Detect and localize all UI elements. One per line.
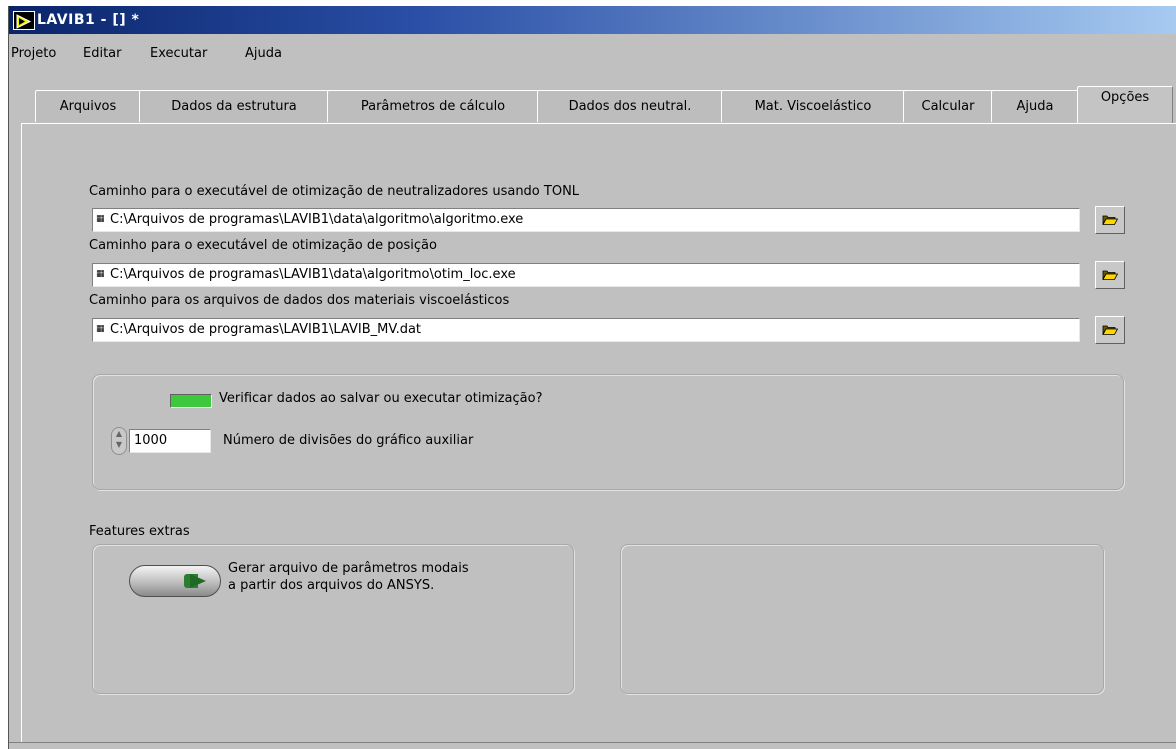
ansys-generate-button[interactable] <box>129 565 221 597</box>
ansys-label-line1: Gerar arquivo de parâmetros modais <box>228 561 469 576</box>
path-label-viscoelastic: Caminho para os arquivos de dados dos ma… <box>89 293 510 308</box>
open-folder-icon <box>1102 270 1118 280</box>
divisions-spinner[interactable]: ▲ ▼ <box>111 427 127 455</box>
verify-data-label: Verificar dados ao salvar ou executar ot… <box>219 391 543 406</box>
features-title: Features extras <box>89 524 190 539</box>
ansys-label-line2: a partir dos arquivos do ANSYS. <box>228 578 435 593</box>
tab-opcoes[interactable]: Opções <box>1077 86 1173 124</box>
features-group-right <box>620 544 1104 694</box>
path-type-icon: ▦ <box>96 324 105 334</box>
title-bar[interactable]: LAVIB1 - [] * <box>9 6 1176 34</box>
tab-mat-viscoelastico[interactable]: Mat. Viscoelástico <box>721 90 905 122</box>
tab-ajuda[interactable]: Ajuda <box>991 90 1079 122</box>
play-arrow-icon <box>190 574 206 588</box>
path-type-icon: ▦ <box>96 214 105 224</box>
browse-button-viscoelastic[interactable] <box>1095 316 1125 344</box>
path-label-tonl: Caminho para o executável de otimização … <box>89 184 580 199</box>
path-field-position[interactable]: ▦ C:\Arquivos de programas\LAVIB1\data\a… <box>92 263 1080 287</box>
path-value-viscoelastic: C:\Arquivos de programas\LAVIB1\LAVIB_MV… <box>110 322 422 337</box>
open-folder-icon <box>1102 215 1118 225</box>
path-value-position: C:\Arquivos de programas\LAVIB1\data\alg… <box>110 267 516 282</box>
open-folder-icon <box>1102 325 1118 335</box>
tab-dados-da-estrutura[interactable]: Dados da estrutura <box>139 90 329 122</box>
window-title: LAVIB1 - [] * <box>37 12 140 28</box>
status-bar <box>9 742 1176 749</box>
menu-executar[interactable]: Executar <box>150 44 207 64</box>
menu-editar[interactable]: Editar <box>83 44 122 64</box>
divisions-input[interactable]: 1000 <box>129 429 211 453</box>
menu-projeto[interactable]: Projeto <box>11 44 56 64</box>
path-type-icon: ▦ <box>96 269 105 279</box>
path-field-tonl[interactable]: ▦ C:\Arquivos de programas\LAVIB1\data\a… <box>92 208 1080 232</box>
path-value-tonl: C:\Arquivos de programas\LAVIB1\data\alg… <box>110 212 524 227</box>
path-field-viscoelastic[interactable]: ▦ C:\Arquivos de programas\LAVIB1\LAVIB_… <box>92 318 1080 342</box>
settings-group: Verificar dados ao salvar ou executar ot… <box>92 374 1124 490</box>
increment-arrow-icon[interactable]: ▲ <box>112 428 126 439</box>
browse-button-tonl[interactable] <box>1095 206 1125 234</box>
tab-parametros-de-calculo[interactable]: Parâmetros de cálculo <box>327 90 539 122</box>
menu-bar: Projeto Editar Executar Ajuda <box>9 44 1176 64</box>
tab-dados-dos-neutral[interactable]: Dados dos neutral. <box>537 90 723 122</box>
decrement-arrow-icon[interactable]: ▼ <box>112 439 126 450</box>
features-group-left: Gerar arquivo de parâmetros modais a par… <box>92 544 574 694</box>
browse-button-position[interactable] <box>1095 261 1125 289</box>
application-window: LAVIB1 - [] * Projeto Editar Executar Aj… <box>8 6 1176 749</box>
path-label-position: Caminho para o executável de otimização … <box>89 238 437 253</box>
tab-arquivos[interactable]: Arquivos <box>35 90 141 122</box>
menu-ajuda[interactable]: Ajuda <box>245 44 282 64</box>
tab-calcular[interactable]: Calcular <box>903 90 993 122</box>
divisions-label: Número de divisões do gráfico auxiliar <box>223 433 474 448</box>
tab-strip: Arquivos Dados da estrutura Parâmetros d… <box>9 86 1176 124</box>
verify-data-led[interactable] <box>170 394 212 408</box>
labview-run-icon[interactable] <box>13 11 35 30</box>
options-panel: Caminho para o executável de otimização … <box>21 123 1176 745</box>
